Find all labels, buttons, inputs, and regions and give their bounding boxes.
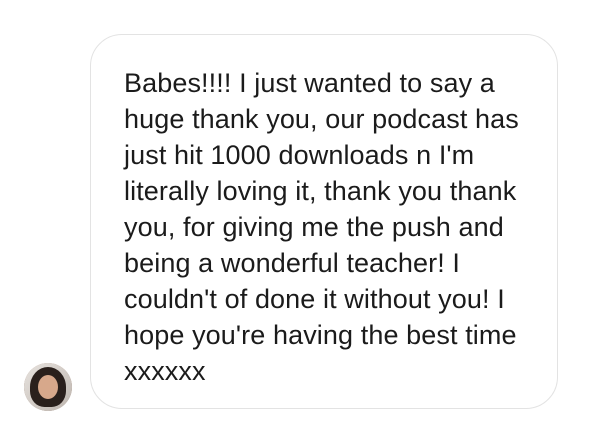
avatar-face <box>38 375 58 399</box>
sender-avatar[interactable] <box>24 363 72 411</box>
message-row: Babes!!!! I just wanted to say a huge th… <box>0 0 590 430</box>
chat-area: Babes!!!! I just wanted to say a huge th… <box>0 0 590 430</box>
message-text: Babes!!!! I just wanted to say a huge th… <box>124 68 527 386</box>
message-bubble[interactable]: Babes!!!! I just wanted to say a huge th… <box>90 34 558 409</box>
